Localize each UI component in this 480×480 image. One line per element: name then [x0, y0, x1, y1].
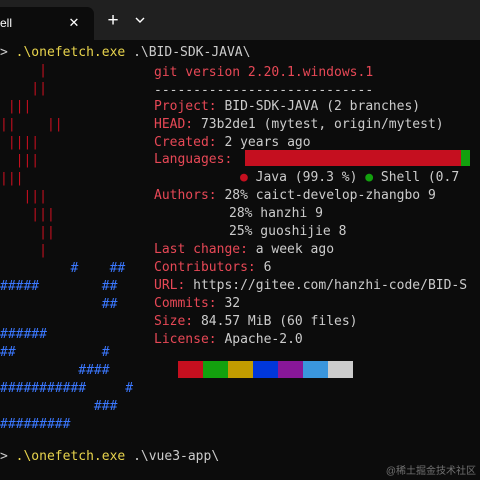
- ascii-art-line: ##: [0, 297, 118, 312]
- url-key: URL:: [154, 278, 186, 293]
- ascii-art-line: |: [0, 63, 47, 78]
- project-key: Project:: [154, 99, 217, 114]
- ascii-art-line: |||: [0, 99, 32, 114]
- contributors-value: 6: [255, 260, 272, 275]
- author-share: 25%: [229, 224, 253, 239]
- last-change-row: Last change: a week ago: [154, 241, 334, 259]
- author-share: 28%: [216, 188, 248, 203]
- url-row: URL: https://gitee.com/hanzhi-code/BID-S: [154, 277, 467, 295]
- ascii-art-line: ##### ##: [0, 279, 118, 294]
- license-row: License: Apache-2.0: [154, 331, 303, 349]
- command-program: .\onefetch.exe: [15, 45, 126, 60]
- ascii-art-line: ########### #: [0, 381, 134, 396]
- languages-key: Languages:: [154, 152, 233, 167]
- head-row: HEAD: 73b2de1 (mytest, origin/mytest): [154, 116, 444, 134]
- contributors-row: Contributors: 6: [154, 259, 271, 277]
- shell-dot-icon: ●: [365, 170, 374, 185]
- languages-legend: ● Java (99.3 %) ● Shell (0.7: [240, 169, 459, 187]
- project-value: BID-SDK-JAVA (2 branches): [216, 99, 421, 114]
- git-version: git version 2.20.1.windows.1: [154, 65, 374, 80]
- author-row: 28% hanzhi 9: [229, 205, 323, 223]
- command-program: .\onefetch.exe: [15, 449, 126, 464]
- command-argument: .\BID-SDK-JAVA\: [133, 45, 251, 60]
- size-row: Size: 84.57 MiB (60 files): [154, 313, 358, 331]
- terminal-output[interactable]: > .\onefetch.exe .\BID-SDK-JAVA\ | || ||…: [0, 40, 480, 480]
- author-name: hanzhi 9: [252, 206, 323, 221]
- palette-swatch: [278, 361, 303, 378]
- palette-swatch: [303, 361, 328, 378]
- authors-key: Authors:: [154, 188, 217, 203]
- chevron-down-icon[interactable]: [133, 13, 147, 27]
- language-bar-java: [245, 150, 461, 166]
- java-dot-icon: ●: [240, 170, 248, 185]
- tab-title: ell: [0, 16, 13, 30]
- ascii-art-line: # ##: [0, 261, 126, 276]
- created-value: 2 years ago: [216, 135, 311, 150]
- command-line-last: > .\onefetch.exe .\vue3-app\: [0, 448, 219, 466]
- size-value: 84.57 MiB (60 files): [193, 314, 358, 329]
- close-icon[interactable]: ✕: [66, 15, 82, 31]
- ascii-art-line: || ||: [0, 117, 63, 132]
- palette-swatch: [178, 361, 203, 378]
- languages-bar: [245, 150, 470, 166]
- author-name: guoshijie 8: [252, 224, 347, 239]
- language-bar-shell: [461, 150, 470, 166]
- url-value[interactable]: https://gitee.com/hanzhi-code/BID-S: [185, 278, 467, 293]
- head-value: 73b2de1 (mytest, origin/mytest): [193, 117, 444, 132]
- palette-swatch: [228, 361, 253, 378]
- size-key: Size:: [154, 314, 194, 329]
- author-name: caict-develop-zhangbo 9: [247, 188, 436, 203]
- commits-row: Commits: 32: [154, 295, 240, 313]
- color-palette: [178, 361, 353, 378]
- shell-legend: Shell (0.7: [373, 170, 460, 185]
- palette-swatch: [253, 361, 278, 378]
- last-change-value: a week ago: [247, 242, 335, 257]
- prompt-symbol: >: [0, 45, 8, 60]
- palette-swatch: [203, 361, 228, 378]
- created-key: Created:: [154, 135, 217, 150]
- contributors-key: Contributors:: [154, 260, 256, 275]
- watermark: @稀土掘金技术社区: [385, 466, 476, 477]
- author-share: 28%: [229, 206, 253, 221]
- ascii-art-line: ####: [0, 363, 110, 378]
- ascii-art-line: ||||: [0, 135, 40, 150]
- ascii-art-line: #########: [0, 417, 71, 432]
- ascii-art-line: ###: [0, 399, 118, 414]
- head-key: HEAD:: [154, 117, 194, 132]
- command-line-first: > .\onefetch.exe .\BID-SDK-JAVA\: [0, 44, 250, 62]
- prompt-symbol: >: [0, 449, 8, 464]
- project-row: Project: BID-SDK-JAVA (2 branches): [154, 98, 420, 116]
- ascii-art-line: ######: [0, 327, 47, 342]
- ascii-art-line: ||: [0, 225, 55, 240]
- license-value: Apache-2.0: [216, 332, 303, 347]
- ascii-art-line: |||: [0, 153, 40, 168]
- commits-value: 32: [216, 296, 241, 311]
- ascii-art-line: |||: [0, 189, 47, 204]
- title-bar: ell ✕ +: [0, 0, 480, 40]
- new-tab-button[interactable]: +: [104, 11, 122, 30]
- ascii-art-line: |||: [0, 171, 24, 186]
- palette-swatch: [328, 361, 353, 378]
- ascii-art-line: |||: [0, 207, 55, 222]
- commits-key: Commits:: [154, 296, 217, 311]
- ascii-art-line: ||: [0, 81, 47, 96]
- author-row: 25% guoshijie 8: [229, 223, 346, 241]
- ascii-art-line: |: [0, 243, 47, 258]
- authors-row: Authors: 28% caict-develop-zhangbo 9: [154, 187, 436, 205]
- command-argument: .\vue3-app\: [133, 449, 220, 464]
- java-legend: Java (99.3 %): [247, 170, 366, 185]
- last-change-key: Last change:: [154, 242, 248, 257]
- ascii-art-line: ## #: [0, 345, 110, 360]
- tab-terminal[interactable]: ell ✕: [0, 7, 94, 40]
- license-key: License:: [154, 332, 217, 347]
